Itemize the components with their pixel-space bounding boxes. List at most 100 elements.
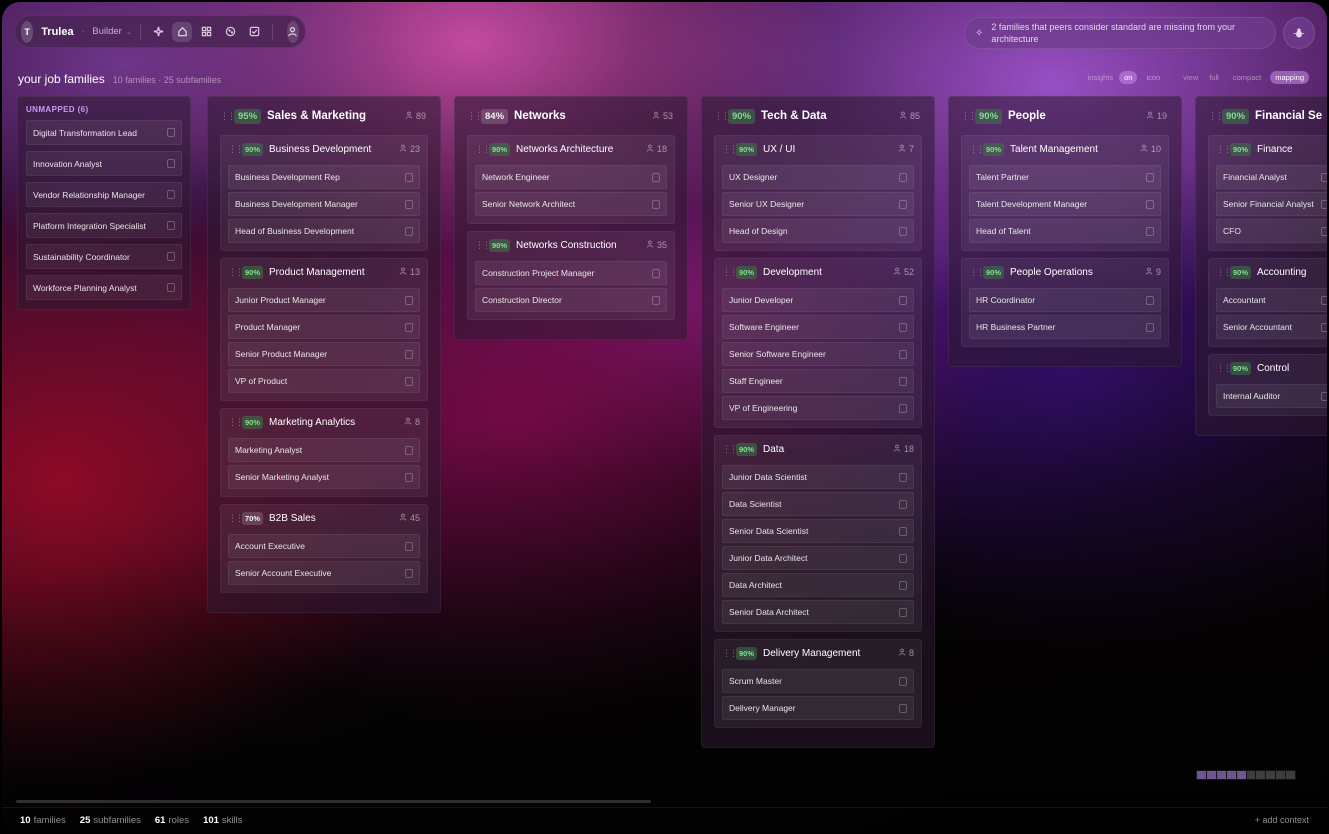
drag-handle-icon[interactable]: ⋮⋮ [722,267,738,278]
view-full-toggle[interactable]: full [1204,71,1224,84]
insight-banner[interactable]: ✧ 2 families that peers consider standar… [964,17,1276,49]
role-item[interactable]: Construction Project Manager [475,261,667,285]
drag-handle-icon[interactable]: ⋮⋮ [714,111,730,122]
drag-handle-icon[interactable]: ⋮⋮ [475,144,491,155]
subfamily-card[interactable]: ⋮⋮ 90% Data 18 Junior Data Scientist Data Sci… [714,435,922,632]
subfamily-header[interactable]: ⋮⋮ 90% Networks Architecture 18 [475,136,667,162]
role-item[interactable]: Head of Design [722,219,914,243]
role-item[interactable]: Data Architect [722,573,914,597]
role-item[interactable]: Senior Financial Analyst [1216,192,1327,216]
family-column[interactable]: ⋮⋮ 90% Financial Se ⋮⋮ 90% Finance Financial A… [1195,96,1327,436]
role-item[interactable]: VP of Product [228,369,420,393]
family-column[interactable]: ⋮⋮ 95% Sales & Marketing 89 ⋮⋮ 90% Business De… [207,96,441,613]
subfamily-header[interactable]: ⋮⋮ 90% UX / UI 7 [722,136,914,162]
subfamily-header[interactable]: ⋮⋮ 90% Talent Management 10 [969,136,1161,162]
insights-icon-toggle[interactable]: icon [1141,71,1165,84]
drag-handle-icon[interactable]: ⋮⋮ [722,144,738,155]
drag-handle-icon[interactable]: ⋮⋮ [220,111,236,122]
subfamily-card[interactable]: ⋮⋮ 90% Accounting Accountant Senior Accounta… [1208,258,1327,347]
drag-handle-icon[interactable]: ⋮⋮ [722,648,738,659]
unmapped-role[interactable]: Digital Transformation Lead [26,120,182,145]
board-minimap[interactable] [1196,770,1296,780]
family-column[interactable]: ⋮⋮ 90% People 19 ⋮⋮ 90% Talent Management 10 Tal… [948,96,1182,367]
subfamily-card[interactable]: ⋮⋮ 90% Talent Management 10 Talent Partner Ta… [961,135,1169,251]
subfamily-header[interactable]: ⋮⋮ 90% Product Management 13 [228,259,420,285]
subfamily-header[interactable]: ⋮⋮ 70% B2B Sales 45 [228,505,420,531]
role-item[interactable]: Staff Engineer [722,369,914,393]
role-item[interactable]: Senior Product Manager [228,342,420,366]
user-icon[interactable] [286,20,299,43]
role-item[interactable]: Senior UX Designer [722,192,914,216]
role-item[interactable]: Senior Network Architect [475,192,667,216]
subfamily-card[interactable]: ⋮⋮ 90% Networks Architecture 18 Network Engi… [467,135,675,224]
role-item[interactable]: Financial Analyst [1216,165,1327,189]
family-header[interactable]: ⋮⋮ 84% Networks 53 [467,97,675,135]
subfamily-header[interactable]: ⋮⋮ 90% Accounting [1216,259,1327,285]
role-item[interactable]: Junior Data Scientist [722,465,914,489]
subfamily-header[interactable]: ⋮⋮ 90% Marketing Analytics 8 [228,409,420,435]
subfamily-card[interactable]: ⋮⋮ 90% Finance Financial Analyst Senior Fina… [1208,135,1327,251]
mode-dropdown[interactable]: Builder ⌄ [92,26,131,37]
drag-handle-icon[interactable]: ⋮⋮ [228,417,244,428]
family-header[interactable]: ⋮⋮ 90% Tech & Data 85 [714,97,922,135]
subfamily-card[interactable]: ⋮⋮ 90% UX / UI 7 UX Designer Senior UX Design… [714,135,922,251]
subfamily-header[interactable]: ⋮⋮ 90% Delivery Management 8 [722,640,914,666]
view-mapping-toggle[interactable]: mapping [1270,71,1309,84]
drag-handle-icon[interactable]: ⋮⋮ [1208,111,1224,122]
role-item[interactable]: Data Scientist [722,492,914,516]
family-header[interactable]: ⋮⋮ 90% People 19 [961,97,1169,135]
family-column[interactable]: ⋮⋮ 84% Networks 53 ⋮⋮ 90% Networks Architectur… [454,96,688,340]
role-item[interactable]: Senior Data Architect [722,600,914,624]
subfamily-header[interactable]: ⋮⋮ 90% Business Development 23 [228,136,420,162]
drag-handle-icon[interactable]: ⋮⋮ [961,111,977,122]
home-icon[interactable] [172,21,193,42]
drag-handle-icon[interactable]: ⋮⋮ [1216,144,1232,155]
role-item[interactable]: HR Business Partner [969,315,1161,339]
subfamily-header[interactable]: ⋮⋮ 90% Finance [1216,136,1327,162]
subfamily-card[interactable]: ⋮⋮ 70% B2B Sales 45 Account Executive Senior … [220,504,428,593]
cookie-icon[interactable] [220,22,240,42]
role-item[interactable]: Business Development Rep [228,165,420,189]
grid-icon[interactable] [196,22,216,42]
role-item[interactable]: Head of Business Development [228,219,420,243]
role-item[interactable]: UX Designer [722,165,914,189]
drag-handle-icon[interactable]: ⋮⋮ [228,513,244,524]
horizontal-scrollbar[interactable] [16,800,651,803]
role-item[interactable]: Marketing Analyst [228,438,420,462]
role-item[interactable]: Junior Product Manager [228,288,420,312]
subfamily-card[interactable]: ⋮⋮ 90% People Operations 9 HR Coordinator HR … [961,258,1169,347]
role-item[interactable]: Product Manager [228,315,420,339]
unmapped-role[interactable]: Innovation Analyst [26,151,182,176]
drag-handle-icon[interactable]: ⋮⋮ [475,240,491,251]
role-item[interactable]: Accountant [1216,288,1327,312]
family-header[interactable]: ⋮⋮ 95% Sales & Marketing 89 [220,97,428,135]
role-item[interactable]: Network Engineer [475,165,667,189]
add-context-button[interactable]: + add context [1255,815,1309,825]
subfamily-card[interactable]: ⋮⋮ 90% Delivery Management 8 Scrum Master Del… [714,639,922,728]
subfamily-card[interactable]: ⋮⋮ 90% Development 52 Junior Developer Softwa… [714,258,922,428]
role-item[interactable]: Senior Marketing Analyst [228,465,420,489]
drag-handle-icon[interactable]: ⋮⋮ [969,267,985,278]
role-item[interactable]: Business Development Manager [228,192,420,216]
unmapped-role[interactable]: Vendor Relationship Manager [26,182,182,207]
role-item[interactable]: Senior Account Executive [228,561,420,585]
role-item[interactable]: Internal Auditor [1216,384,1327,408]
subfamily-header[interactable]: ⋮⋮ 90% People Operations 9 [969,259,1161,285]
role-item[interactable]: Delivery Manager [722,696,914,720]
role-item[interactable]: Talent Partner [969,165,1161,189]
role-item[interactable]: Senior Software Engineer [722,342,914,366]
unmapped-role[interactable]: Platform Integration Specialist [26,213,182,238]
role-item[interactable]: Talent Development Manager [969,192,1161,216]
family-column[interactable]: ⋮⋮ 90% Tech & Data 85 ⋮⋮ 90% UX / UI 7 UX Design… [701,96,935,748]
drag-handle-icon[interactable]: ⋮⋮ [1216,363,1232,374]
unmapped-role[interactable]: Sustainability Coordinator [26,244,182,269]
role-item[interactable]: Senior Data Scientist [722,519,914,543]
role-item[interactable]: Junior Developer [722,288,914,312]
role-item[interactable]: VP of Engineering [722,396,914,420]
subfamily-card[interactable]: ⋮⋮ 90% Product Management 13 Junior Product … [220,258,428,401]
role-item[interactable]: Scrum Master [722,669,914,693]
drag-handle-icon[interactable]: ⋮⋮ [228,144,244,155]
role-item[interactable]: CFO [1216,219,1327,243]
role-item[interactable]: Junior Data Architect [722,546,914,570]
bug-report-button[interactable] [1283,17,1315,49]
